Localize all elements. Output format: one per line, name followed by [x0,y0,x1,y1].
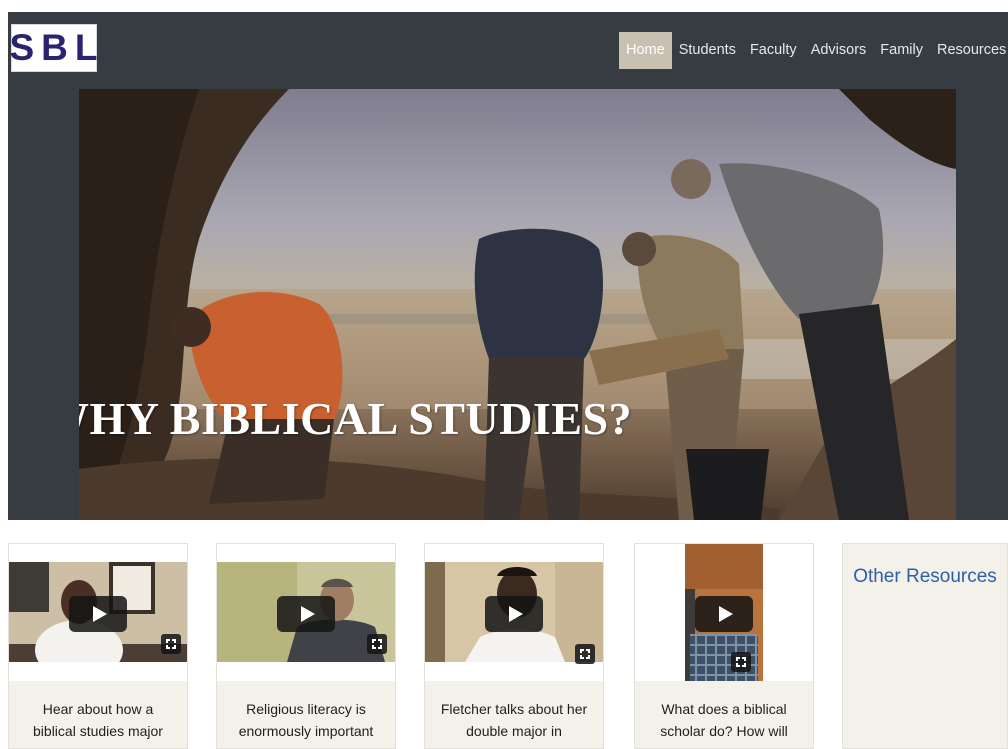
nav-home[interactable]: Home [619,32,672,69]
nav-faculty[interactable]: Faculty [743,32,804,69]
fullscreen-icon[interactable] [731,652,751,672]
nav-resources[interactable]: Resources [930,32,1008,69]
play-button[interactable] [69,596,127,632]
video-caption: Fletcher talks about her double major in… [440,701,588,748]
video-card[interactable]: Hear about how a biblical studies major … [8,543,188,749]
site-header: S B L Home Students Faculty Advisors Fam… [8,12,1008,520]
page-frame: S B L Home Students Faculty Advisors Fam… [8,12,1008,749]
fullscreen-icon[interactable] [161,634,181,654]
video-card[interactable]: Religious literacy is enormously importa… [216,543,396,749]
hero-photo [79,89,956,520]
sbl-logo[interactable]: S B L [9,24,99,72]
video-caption: What does a biblical scholar do? How wil… [660,701,788,748]
nav-advisors[interactable]: Advisors [804,32,874,69]
video-player[interactable] [217,544,395,681]
main-nav: Home Students Faculty Advisors Family Re… [619,32,1008,69]
play-button[interactable] [695,596,753,632]
logo-letter-l: L [74,27,99,68]
video-card[interactable]: Fletcher talks about her double major in… [424,543,604,749]
play-button[interactable] [277,596,335,632]
hero-banner: WHY BIBLICAL STUDIES? [79,89,956,520]
other-resources-link[interactable]: Other Resources [843,564,1007,590]
video-player[interactable] [425,544,603,681]
nav-family[interactable]: Family [873,32,930,69]
play-button[interactable] [485,596,543,632]
video-caption: Hear about how a biblical studies major … [33,701,163,748]
fullscreen-icon[interactable] [367,634,387,654]
video-card[interactable]: What does a biblical scholar do? How wil… [634,543,814,749]
logo-letter-s: S [9,27,36,68]
hero-title: WHY BIBLICAL STUDIES? [79,393,633,444]
fullscreen-icon[interactable] [575,644,595,664]
video-caption: Religious literacy is enormously importa… [238,701,374,748]
video-player[interactable] [635,544,813,681]
nav-students[interactable]: Students [672,32,743,69]
other-resources-card[interactable]: Other Resources [842,543,1008,749]
video-player[interactable] [9,544,187,681]
video-cards: Hear about how a biblical studies major … [8,543,1008,749]
logo-letter-b: B [41,27,69,68]
